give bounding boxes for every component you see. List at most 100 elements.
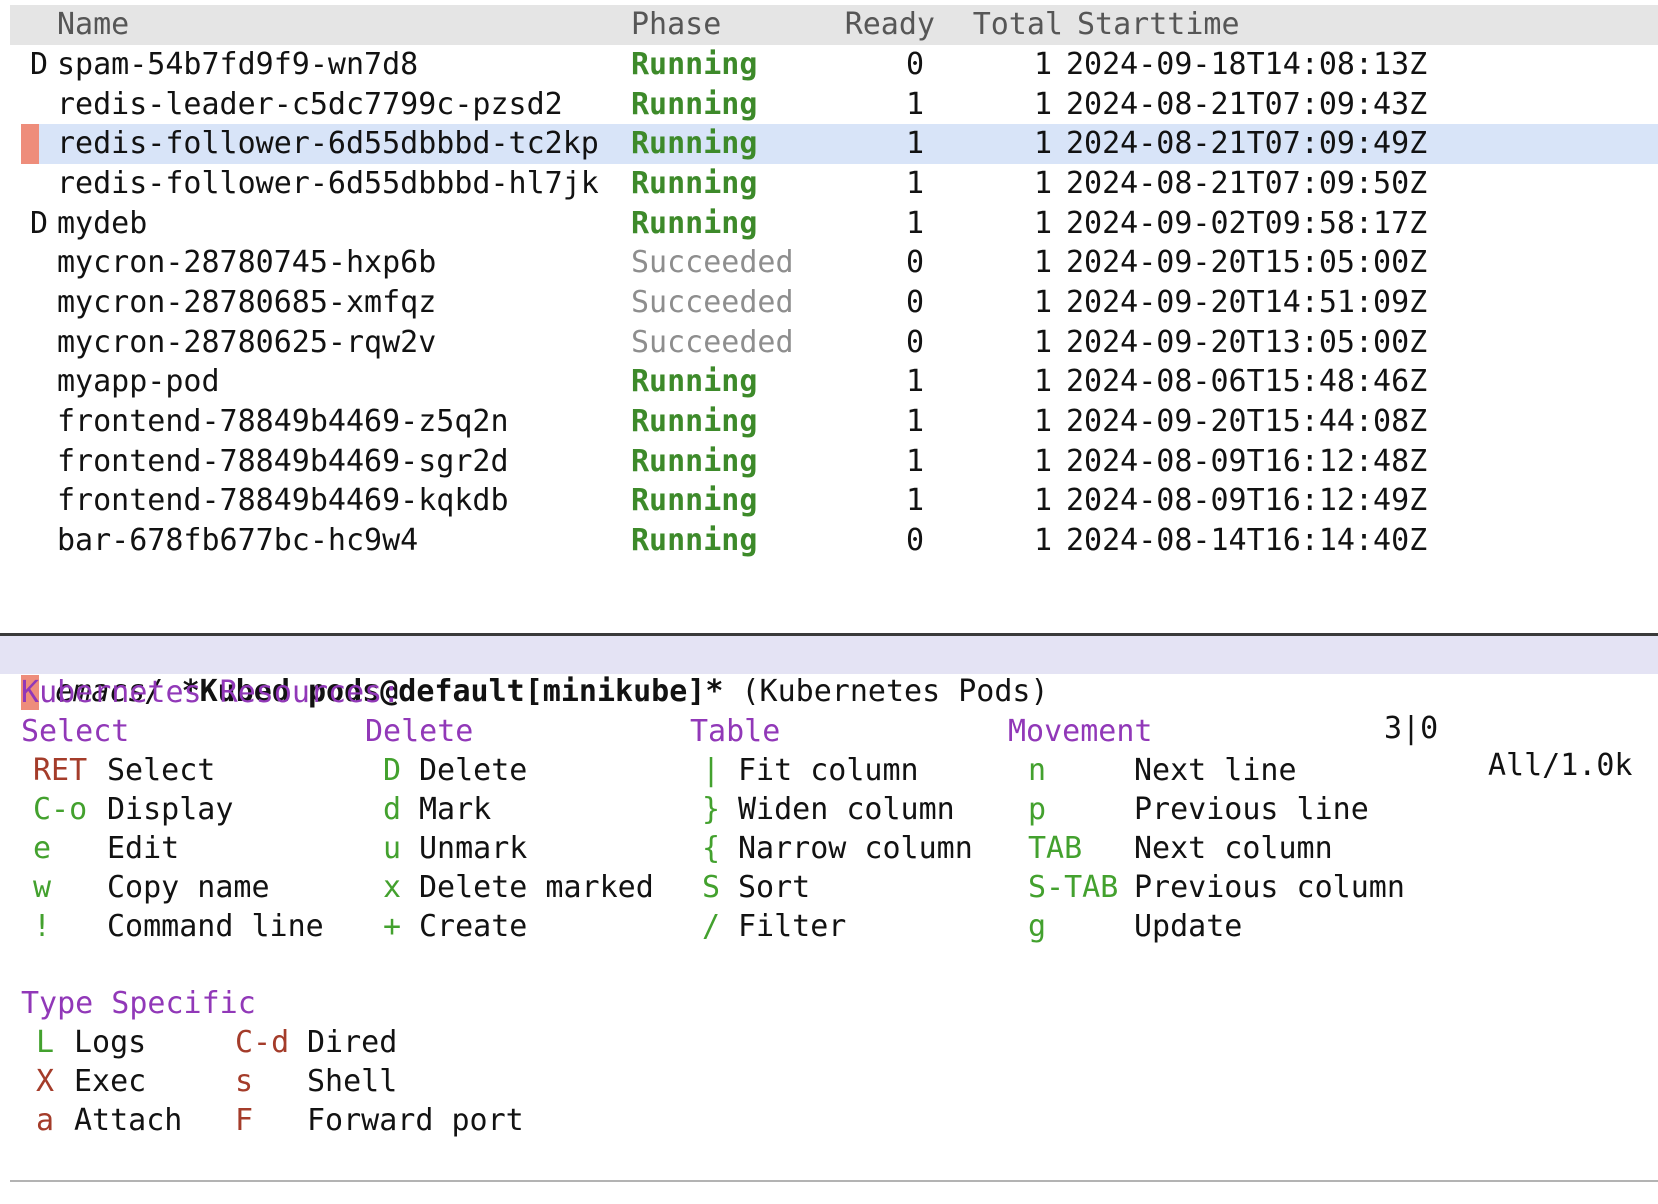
key-binding-key: }: [702, 791, 720, 830]
pod-starttime: 2024-08-09T16:12:49Z: [1066, 481, 1427, 521]
pod-starttime: 2024-08-09T16:12:48Z: [1066, 442, 1427, 482]
pod-phase: Running: [631, 85, 757, 125]
column-header-ready[interactable]: Ready: [845, 5, 935, 45]
key-binding-key: X: [36, 1063, 54, 1102]
key-binding-label: Copy name: [107, 869, 270, 908]
pod-phase: Running: [631, 362, 757, 402]
pod-ready: 0: [906, 45, 924, 85]
pod-table-header: Name Phase Ready Total Starttime: [0, 5, 1658, 45]
key-binding-label: Narrow column: [738, 830, 973, 869]
key-binding-key: |: [702, 752, 720, 791]
key-binding-key: L: [36, 1024, 54, 1063]
help-section-header: Select: [21, 713, 129, 752]
pod-starttime: 2024-08-21T07:09:50Z: [1066, 164, 1427, 204]
pod-ready: 0: [906, 243, 924, 283]
pod-name: mydeb: [57, 204, 147, 244]
pod-row[interactable]: frontend-78849b4469-sgr2dRunning112024-0…: [0, 442, 1658, 482]
pod-phase: Succeeded: [631, 243, 794, 283]
key-binding-label: Edit: [107, 830, 179, 869]
pod-phase: Running: [631, 442, 757, 482]
column-header-phase[interactable]: Phase: [631, 5, 721, 45]
key-binding-key: TAB: [1028, 830, 1082, 869]
key-binding-key: D: [383, 752, 401, 791]
pod-total: 1: [1034, 362, 1052, 402]
pod-row[interactable]: mycron-28780685-xmfqzSucceeded012024-09-…: [0, 283, 1658, 323]
pod-starttime: 2024-08-21T07:09:49Z: [1066, 124, 1427, 164]
key-binding-key: u: [383, 830, 401, 869]
pod-total: 1: [1034, 85, 1052, 125]
pod-row[interactable]: frontend-78849b4469-kqkdbRunning112024-0…: [0, 481, 1658, 521]
key-binding-label: Attach: [74, 1102, 182, 1141]
pod-row[interactable]: redis-follower-6d55dbbbd-hl7jkRunning112…: [0, 164, 1658, 204]
pod-row[interactable]: DmydebRunning112024-09-02T09:58:17Z: [0, 204, 1658, 244]
pod-total: 1: [1034, 323, 1052, 363]
pod-mark: D: [30, 204, 48, 244]
pod-mark: D: [30, 45, 48, 85]
pod-ready: 0: [906, 283, 924, 323]
key-binding-key: g: [1028, 908, 1046, 947]
pod-ready: 1: [906, 85, 924, 125]
key-binding-label: Fit column: [738, 752, 919, 791]
pod-row[interactable]: Dspam-54b7fd9f9-wn7d8Running012024-09-18…: [0, 45, 1658, 85]
major-mode-name[interactable]: (Kubernetes Pods): [723, 674, 1048, 709]
key-binding-label: Next line: [1134, 752, 1297, 791]
pod-total: 1: [1034, 402, 1052, 442]
pod-row[interactable]: bar-678fb677bc-hc9w4Running012024-08-14T…: [0, 521, 1658, 561]
pod-starttime: 2024-09-20T14:51:09Z: [1066, 283, 1427, 323]
pod-row[interactable]: frontend-78849b4469-z5q2nRunning112024-0…: [0, 402, 1658, 442]
cursor-position-indicator: 3|0: [1384, 710, 1438, 747]
pod-total: 1: [1034, 124, 1052, 164]
key-binding-label: Update: [1134, 908, 1242, 947]
pod-ready: 0: [906, 323, 924, 363]
pod-starttime: 2024-09-18T14:08:13Z: [1066, 45, 1427, 85]
key-binding-label: Previous column: [1134, 869, 1405, 908]
pod-total: 1: [1034, 283, 1052, 323]
key-binding-label: Previous line: [1134, 791, 1369, 830]
pod-name: mycron-28780745-hxp6b: [57, 243, 436, 283]
pod-name: redis-leader-c5dc7799c-pzsd2: [57, 85, 563, 125]
key-binding-key: +: [383, 908, 401, 947]
key-binding-label: Unmark: [419, 830, 527, 869]
key-binding-key: C-o: [33, 791, 87, 830]
key-binding-label: Delete: [419, 752, 527, 791]
pod-name: myapp-pod: [57, 362, 220, 402]
pod-ready: 1: [906, 442, 924, 482]
pod-ready: 1: [906, 402, 924, 442]
pod-phase: Running: [631, 481, 757, 521]
pod-name: frontend-78849b4469-sgr2d: [57, 442, 509, 482]
pod-row[interactable]: redis-leader-c5dc7799c-pzsd2 Running 1 1 202…: [0, 85, 1658, 125]
key-binding-label: Exec: [74, 1063, 146, 1102]
key-binding-label: Display: [107, 791, 233, 830]
window-divider: [10, 1180, 1658, 1182]
column-header-total[interactable]: Total: [973, 5, 1063, 45]
key-binding-key: a: [36, 1102, 54, 1141]
key-binding-label: Shell: [307, 1063, 397, 1102]
pod-total: 1: [1034, 521, 1052, 561]
column-header-starttime[interactable]: Starttime: [1077, 5, 1240, 45]
pod-row[interactable]: mycron-28780745-hxp6bSucceeded012024-09-…: [0, 243, 1658, 283]
pod-phase: Running: [631, 124, 757, 164]
pod-total: 1: [1034, 204, 1052, 244]
key-binding-label: Dired: [307, 1024, 397, 1063]
key-binding-key: /: [702, 908, 720, 947]
pod-starttime: 2024-08-21T07:09:43Z: [1066, 85, 1427, 125]
pod-ready: 1: [906, 204, 924, 244]
key-binding-key: p: [1028, 791, 1046, 830]
scroll-position-indicator: All/1.0k: [1488, 747, 1633, 784]
help-section-header: Movement: [1008, 713, 1153, 752]
pod-starttime: 2024-09-20T15:05:00Z: [1066, 243, 1427, 283]
column-header-name[interactable]: Name: [57, 5, 129, 45]
pod-phase: Succeeded: [631, 283, 794, 323]
key-binding-key: {: [702, 830, 720, 869]
pod-ready: 1: [906, 124, 924, 164]
pod-row[interactable]: redis-follower-6d55dbbbd-tc2kpRunning112…: [0, 124, 1658, 164]
help-title: Kubernetes Resources:: [21, 674, 400, 713]
pod-row[interactable]: myapp-podRunning112024-08-06T15:48:46Z: [0, 362, 1658, 402]
pod-ready: 1: [906, 362, 924, 402]
key-binding-key: s: [235, 1063, 253, 1102]
pod-row[interactable]: mycron-28780625-rqw2vSucceeded012024-09-…: [0, 323, 1658, 363]
key-binding-label: Sort: [738, 869, 810, 908]
pod-starttime: 2024-09-20T13:05:00Z: [1066, 323, 1427, 363]
key-binding-label: Logs: [74, 1024, 146, 1063]
help-title-text: ubernetes Resources:: [39, 675, 400, 710]
